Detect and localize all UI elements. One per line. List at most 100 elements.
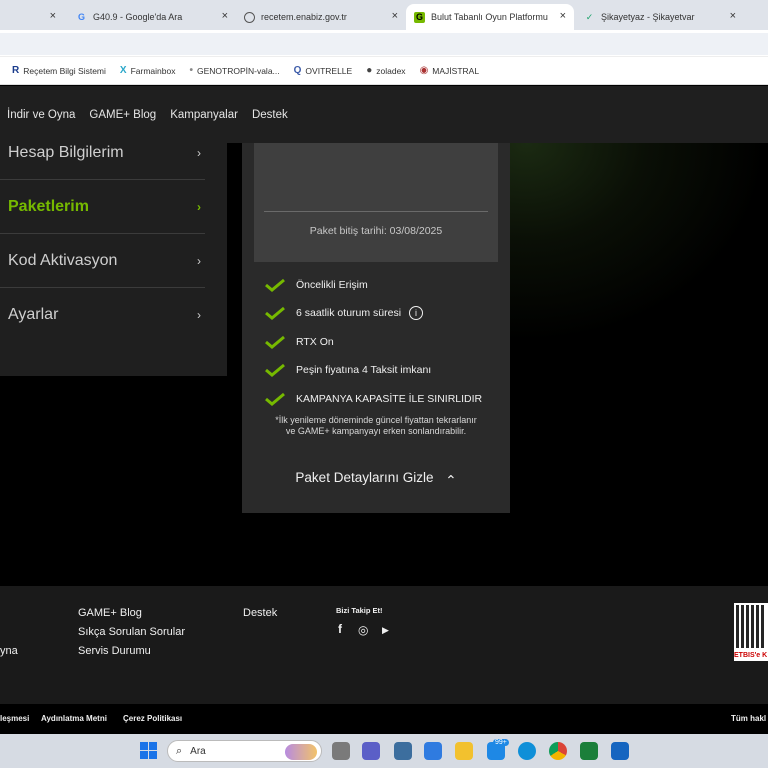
feature-label: RTX On	[296, 336, 334, 348]
address-bar[interactable]	[0, 33, 768, 55]
background-glow	[500, 143, 768, 343]
bookmark-label: zoladex	[376, 65, 406, 76]
menu-item-label: Kod Aktivasyon	[8, 251, 118, 269]
teams-icon[interactable]	[362, 742, 380, 760]
etbis-qr-code[interactable]: ETBİS'e K	[734, 603, 768, 661]
nav-support[interactable]: Destek	[252, 109, 288, 121]
store-icon[interactable]	[424, 742, 442, 760]
bookmarks-bar: R Reçetem Bilgi Sistemi X Farmainbox • GENO…	[0, 57, 768, 85]
feature-item: RTX On	[264, 332, 334, 352]
majistral-icon: ◉	[419, 65, 429, 76]
instagram-icon[interactable]: ◎	[358, 623, 368, 637]
social-title: Bizi Takip Et!	[336, 606, 383, 615]
bookmark-farmainbox[interactable]: X Farmainbox	[120, 65, 176, 76]
calculator-icon[interactable]	[394, 742, 412, 760]
hide-details-button[interactable]: Paket Detaylarını Gizle ⌃	[242, 470, 510, 488]
menu-item-label: Ayarlar	[8, 306, 59, 323]
chevron-right-icon: ›	[197, 308, 201, 322]
tab-0[interactable]: ×	[0, 4, 64, 30]
footer-link[interactable]: yna	[0, 645, 18, 657]
tab-recetem[interactable]: recetem.enabiz.gov.tr ×	[236, 4, 406, 30]
nav-campaigns[interactable]: Kampanyalar	[170, 109, 238, 121]
tab-close-icon[interactable]: ×	[392, 10, 398, 22]
renewal-note: *İlk yenileme döneminde güncel fiyattan …	[275, 415, 477, 436]
qr-pattern	[736, 605, 766, 648]
main-content: Hesap Bilgilerim › Paketlerim › Kod Akti…	[0, 143, 768, 586]
search-highlight-image	[285, 744, 317, 760]
footer-legal-link[interactable]: Çerez Politikası	[123, 714, 182, 723]
account-menu: Hesap Bilgilerim › Paketlerim › Kod Akti…	[0, 143, 227, 376]
chrome-icon[interactable]	[549, 742, 567, 760]
etbis-label: ETBİS'e K	[734, 652, 768, 659]
bookmark-genotropin[interactable]: • GENOTROPİN-vala...	[189, 65, 279, 76]
info-icon[interactable]: i	[409, 306, 424, 320]
divider	[264, 211, 488, 212]
menu-item-label: Hesap Bilgilerim	[8, 143, 124, 161]
youtube-icon[interactable]: ▶	[382, 625, 389, 636]
tab-game-plus[interactable]: G Bulut Tabanlı Oyun Platformu - ×	[406, 4, 574, 30]
taskbar-search[interactable]: ⌕ Ara	[167, 740, 322, 762]
task-view-icon[interactable]	[332, 742, 350, 760]
tab-sikayetvar[interactable]: ✓ Şikayetyaz - Şikayetvar ×	[576, 4, 744, 30]
tab-title: recetem.enabiz.gov.tr	[261, 12, 347, 22]
sikayetvar-icon: ✓	[585, 11, 594, 22]
footer-link-blog[interactable]: GAME+ Blog	[78, 607, 142, 619]
globe-icon	[244, 11, 255, 23]
tab-google[interactable]: G G40.9 - Google'da Ara ×	[64, 4, 236, 30]
recetem-icon: R	[12, 65, 20, 76]
bookmark-zoladex[interactable]: ● zoladex	[366, 65, 405, 76]
facebook-icon[interactable]: f	[338, 622, 342, 636]
windows-start-icon[interactable]	[140, 742, 157, 759]
footer-legal-link[interactable]: leşmesi	[0, 714, 29, 723]
bookmark-recetem[interactable]: R Reçetem Bilgi Sistemi	[12, 65, 106, 76]
file-explorer-icon[interactable]	[455, 742, 473, 760]
footer-legal-link[interactable]: Aydınlatma Metni	[41, 714, 107, 723]
windows-taskbar: ⌕ Ara 99+	[0, 734, 768, 768]
tab-close-icon[interactable]: ×	[50, 10, 56, 22]
menu-item-code-activation[interactable]: Kod Aktivasyon ›	[0, 234, 205, 288]
nav-download-play[interactable]: İndir ve Oyna	[7, 109, 75, 121]
feature-item: Öncelikli Erişim	[264, 275, 368, 295]
toggle-label: Paket Detaylarını Gizle	[295, 470, 434, 485]
feature-label: 6 saatlik oturum süresi	[296, 307, 402, 319]
footer-link-support[interactable]: Destek	[243, 607, 277, 619]
bookmark-ovitrelle[interactable]: Q OVITRELLE	[294, 65, 353, 76]
check-icon	[265, 392, 285, 406]
bookmark-majistral[interactable]: ◉ MAJİSTRAL	[420, 65, 480, 76]
b-green-icon[interactable]	[580, 742, 598, 760]
search-icon: ⌕	[176, 744, 183, 757]
tab-close-icon[interactable]: ×	[730, 10, 736, 22]
check-icon	[265, 363, 285, 377]
nav-blog[interactable]: GAME+ Blog	[89, 109, 156, 121]
package-card: Paket bitiş tarihi: 03/08/2025 Öncelikli…	[242, 143, 510, 513]
package-card-header: Paket bitiş tarihi: 03/08/2025	[254, 143, 498, 262]
edge-icon[interactable]	[518, 742, 536, 760]
menu-item-account-info[interactable]: Hesap Bilgilerim ›	[0, 126, 205, 180]
site-footer: yna GAME+ Blog Sıkça Sorulan Sorular Ser…	[0, 586, 768, 704]
bookmark-label: GENOTROPİN-vala...	[196, 65, 280, 76]
chevron-right-icon: ›	[197, 199, 201, 214]
b-blue-icon[interactable]	[611, 742, 629, 760]
bookmark-label: OVITRELLE	[305, 65, 353, 76]
menu-item-label: Paketlerim	[8, 197, 89, 215]
check-icon	[265, 306, 285, 320]
package-expiry: Paket bitiş tarihi: 03/08/2025	[309, 225, 443, 237]
address-bar-area	[0, 30, 768, 57]
bookmark-label: Farmainbox	[130, 65, 176, 76]
footer-rights: Tüm hakl	[731, 714, 767, 723]
feature-label: Peşin fiyatına 4 Taksit imkanı	[296, 364, 432, 376]
footer-link-service-status[interactable]: Servis Durumu	[78, 645, 151, 657]
menu-item-packages[interactable]: Paketlerim ›	[0, 180, 205, 234]
tab-close-icon[interactable]: ×	[560, 10, 566, 22]
feature-item: Peşin fiyatına 4 Taksit imkanı	[264, 360, 431, 380]
feature-label: Öncelikli Erişim	[296, 279, 368, 291]
feature-label: KAMPANYA KAPASİTE İLE SINIRLIDIR	[296, 393, 483, 405]
chevron-right-icon: ›	[197, 253, 201, 268]
browser-tab-strip: × G G40.9 - Google'da Ara × recetem.enab…	[0, 0, 768, 30]
tab-close-icon[interactable]: ×	[222, 10, 228, 22]
footer-link-faq[interactable]: Sıkça Sorulan Sorular	[78, 626, 185, 638]
bookmark-label: Reçetem Bilgi Sistemi	[23, 65, 106, 76]
farmainbox-icon: X	[119, 65, 127, 76]
globe-icon: ●	[366, 65, 373, 76]
menu-item-settings[interactable]: Ayarlar ›	[0, 288, 205, 342]
